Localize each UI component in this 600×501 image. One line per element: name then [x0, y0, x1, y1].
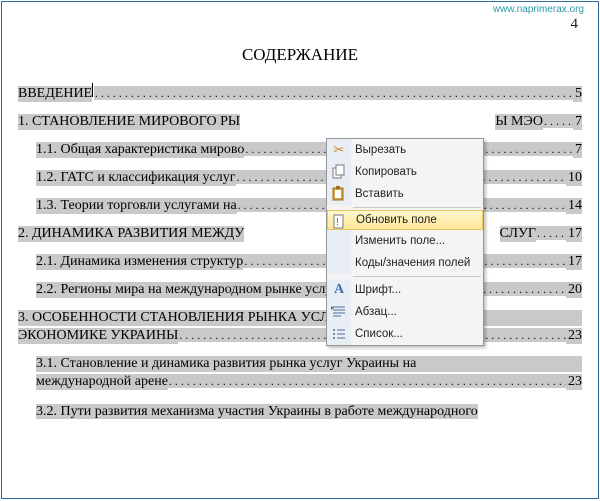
menu-list[interactable]: Список... — [327, 323, 483, 345]
toc-label: 2.2. Регионы мира на международном рынке… — [36, 282, 338, 298]
toc-page: 17 — [566, 226, 582, 242]
toc-entry: 2.1. Динамика изменения структур .......… — [18, 254, 582, 270]
toc-label: 1.2. ГАТС и классификация услуг — [36, 170, 236, 186]
toc-label: 1. СТАНОВЛЕНИЕ МИРОВОГО РЫ — [18, 114, 240, 130]
toc-label: 3.2. Пути развития механизма участия Укр… — [36, 404, 478, 419]
menu-label: Изменить поле... — [355, 235, 445, 247]
svg-text:!: ! — [336, 217, 339, 228]
menu-font[interactable]: A Шрифт... — [327, 279, 483, 301]
menu-separator — [353, 276, 481, 277]
menu-update-field[interactable]: ! Обновить поле — [327, 210, 483, 230]
document-page: www.naprimerax.org 4 СОДЕРЖАНИЕ ВВЕДЕНИЕ… — [1, 1, 599, 499]
toc-label: 3. ОСОБЕННОСТИ СТАНОВЛЕНИЯ РЫНКА УСЛУГ В… — [18, 310, 582, 326]
paragraph-icon — [331, 304, 347, 320]
font-icon: A — [331, 282, 347, 298]
toc-label: 2.1. Динамика изменения структур — [36, 254, 243, 270]
menu-label: Вырезать — [355, 144, 406, 156]
menu-edit-field[interactable]: Изменить поле... — [327, 230, 483, 252]
page-number: 4 — [8, 16, 592, 33]
toc-tail: Ы МЭО — [495, 114, 543, 130]
toc-entry: 3.1. Становление и динамика развития рын… — [18, 356, 582, 390]
toc-label: 3.1. Становление и динамика развития рын… — [36, 356, 582, 372]
copy-icon — [331, 164, 347, 180]
toc-leader: ........................................… — [94, 86, 573, 100]
toc-page: 23 — [566, 328, 582, 344]
toc-entry: 1.2. ГАТС и классификация услуг ........… — [18, 170, 582, 186]
toc-entry: 2. ДИНАМИКА РАЗВИТИЯ МЕЖДУ .............… — [18, 226, 582, 242]
menu-label: Обновить поле — [356, 214, 437, 226]
toc-page: 17 — [566, 254, 582, 270]
list-icon — [331, 326, 347, 342]
menu-label: Вставить — [355, 188, 404, 200]
toc-page: 23 — [566, 374, 582, 390]
toc-label: 1.3. Теории торговли услугами на — [36, 198, 237, 214]
toc-entry: 1. СТАНОВЛЕНИЕ МИРОВОГО РЫ .............… — [18, 114, 582, 130]
toc-page: 20 — [566, 282, 582, 298]
toc-page: 10 — [566, 170, 582, 186]
menu-field-codes[interactable]: Коды/значения полей — [327, 252, 483, 274]
menu-paragraph[interactable]: Абзац... — [327, 301, 483, 323]
toc-label: 1.1. Общая характеристика мирово — [36, 142, 244, 158]
cut-icon: ✂ — [331, 142, 347, 158]
watermark-link[interactable]: www.naprimerax.org — [493, 4, 584, 15]
paste-icon — [331, 186, 347, 202]
toc-page: 14 — [566, 198, 582, 214]
menu-label: Шрифт... — [355, 284, 401, 296]
toc-leader: ........ — [543, 114, 573, 128]
toc-entry: 2.2. Регионы мира на международном рынке… — [18, 282, 582, 298]
toc-leader: ........ — [536, 226, 566, 240]
toc-entry: 3.2. Пути развития механизма участия Укр… — [18, 402, 582, 420]
toc-entry: 1.3. Теории торговли услугами на .......… — [18, 198, 582, 214]
toc-page: 7 — [573, 142, 582, 158]
toc-label: 2. ДИНАМИКА РАЗВИТИЯ МЕЖДУ — [18, 226, 244, 242]
menu-label: Абзац... — [355, 306, 397, 318]
toc-title: СОДЕРЖАНИЕ — [8, 45, 592, 65]
menu-cut[interactable]: ✂ Вырезать — [327, 139, 483, 161]
toc-label: международной арене — [36, 374, 168, 390]
toc-entry: 1.1. Общая характеристика мирово .......… — [18, 142, 582, 158]
menu-separator — [353, 207, 481, 208]
toc-entry: ВВЕДЕНИЕ ...............................… — [18, 83, 582, 102]
context-menu: ✂ Вырезать Копировать Вставить ! Обновит… — [326, 138, 484, 346]
toc-tail: СЛУГ — [500, 226, 537, 242]
toc-leader: ........................................… — [168, 374, 566, 388]
toc-entry: 3. ОСОБЕННОСТИ СТАНОВЛЕНИЯ РЫНКА УСЛУГ В… — [18, 310, 582, 344]
toc-page: 7 — [573, 114, 582, 130]
menu-copy[interactable]: Копировать — [327, 161, 483, 183]
menu-label: Коды/значения полей — [355, 257, 470, 269]
menu-label: Копировать — [355, 166, 417, 178]
menu-label: Список... — [355, 328, 403, 340]
toc-label: ВВЕДЕНИЕ — [18, 86, 92, 102]
toc-field[interactable]: ВВЕДЕНИЕ ...............................… — [8, 83, 592, 420]
toc-page: 5 — [573, 86, 582, 102]
update-icon: ! — [332, 214, 348, 230]
text-cursor — [92, 83, 93, 97]
toc-label: ЭКОНОМИКЕ УКРАИНЫ — [18, 328, 178, 344]
menu-paste[interactable]: Вставить — [327, 183, 483, 205]
